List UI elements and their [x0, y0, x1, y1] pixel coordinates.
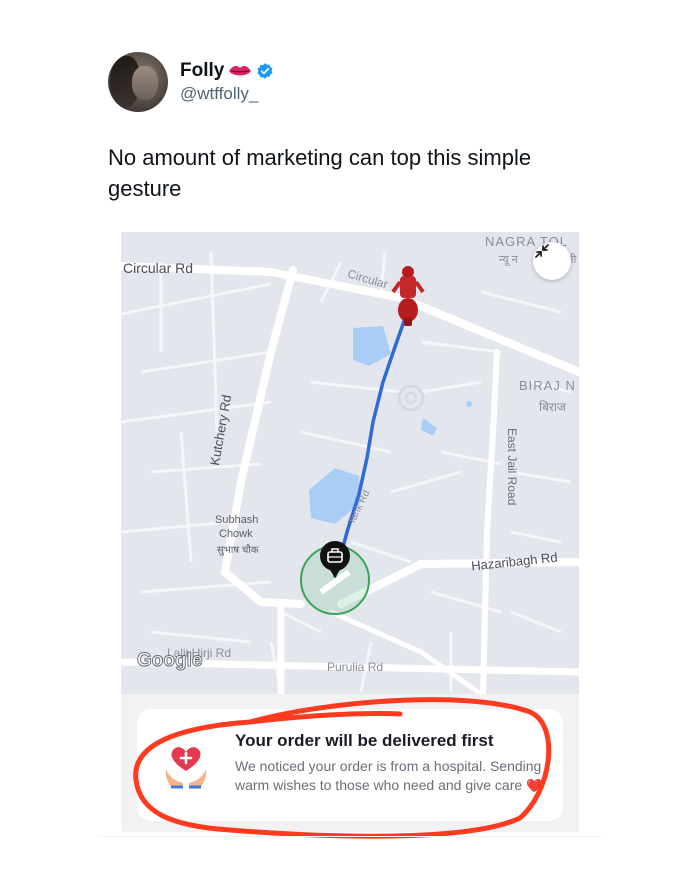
map-label-subhash: Subhash — [215, 514, 259, 526]
verified-badge-icon — [257, 63, 273, 79]
lips-icon — [229, 66, 252, 76]
avatar[interactable] — [108, 52, 168, 112]
tweet-divider — [98, 836, 603, 837]
card-title: Your order will be delivered first — [235, 731, 494, 750]
map-label-subhash-hindi: सुभाष चौक — [217, 545, 259, 556]
card-body-text: We noticed your order is from a hospital… — [235, 758, 542, 793]
card-body: We noticed your order is from a hospital… — [235, 757, 555, 795]
map-label-chowk: Chowk — [219, 528, 253, 540]
heart-emoji: ❤️ — [526, 778, 543, 793]
collapse-arrows-icon — [535, 244, 549, 258]
author-names: Folly @wtffolly_ — [180, 60, 274, 104]
heart-hands-icon — [165, 747, 207, 789]
tweet-media[interactable]: Circular Rd Circular NAGRA TOL न्यू न ली… — [121, 232, 579, 832]
map-label-biraj-hindi: बिराज — [539, 400, 566, 414]
display-name[interactable]: Folly — [180, 60, 224, 82]
priority-delivery-card: Your order will be delivered first We no… — [137, 709, 563, 821]
map-label-purulia-rd: Purulia Rd — [327, 660, 384, 674]
map-label-nagra-tol-hindi: न्यू न — [499, 254, 518, 266]
collapse-map-button[interactable] — [533, 242, 571, 280]
map-label-circular-rd: Circular Rd — [123, 260, 194, 276]
google-logo: Google — [136, 650, 203, 672]
tweet-header: Folly @wtffolly_ — [108, 52, 274, 112]
map-label-biraj: BIRAJ N — [519, 378, 576, 393]
tweet-text: No amount of marketing can top this simp… — [108, 145, 532, 201]
map-label-east-jail-road: East Jail Road — [505, 428, 519, 506]
delivery-map[interactable]: Circular Rd Circular NAGRA TOL न्यू न ली… — [121, 232, 579, 694]
handle[interactable]: @wtffolly_ — [180, 84, 274, 104]
